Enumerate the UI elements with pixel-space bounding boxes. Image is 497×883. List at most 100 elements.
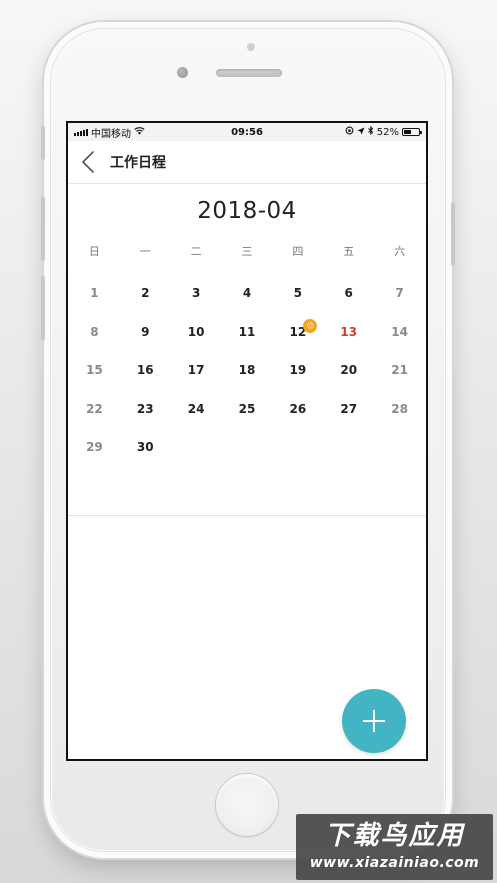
weekday-label: 一 — [139, 245, 151, 258]
mute-switch — [41, 126, 45, 160]
calendar: 2018-04 日一二三四五六 1 2 3 4 5 6 7 8 9 10 11 12 ☺ 13 14 15 16… — [68, 184, 426, 516]
day-number: 16 — [136, 363, 154, 378]
carrier-label: 中国移动 — [91, 128, 131, 140]
location-arrow-icon — [357, 127, 365, 138]
day-number: 9 — [141, 324, 150, 339]
day-cell[interactable]: 30 — [120, 428, 171, 467]
weekday-label: 二 — [190, 245, 202, 258]
day-cell[interactable]: 15 — [69, 351, 120, 390]
day-number: 3 — [191, 286, 201, 301]
empty-day-cell — [374, 428, 425, 467]
day-number: 23 — [136, 401, 154, 416]
weekday-label: 六 — [394, 245, 406, 258]
day-cell[interactable]: 24 — [171, 390, 222, 429]
bluetooth-icon — [367, 125, 374, 138]
day-cell[interactable]: 25 — [222, 390, 273, 429]
chevron-left-icon — [82, 151, 94, 173]
day-cell[interactable]: 14 — [374, 313, 425, 352]
front-camera-icon — [177, 67, 188, 78]
day-cell[interactable]: 5 — [272, 274, 323, 313]
day-number: 1 — [90, 286, 99, 301]
day-number: 26 — [289, 401, 307, 416]
day-number: 4 — [242, 286, 252, 301]
day-cell[interactable]: 6 — [323, 274, 374, 313]
status-time: 09:56 — [231, 126, 263, 138]
month-title[interactable]: 2018-04 — [68, 184, 426, 232]
wifi-icon — [134, 126, 145, 138]
day-cell[interactable]: 10 — [171, 313, 222, 352]
day-cell[interactable]: 3 — [171, 274, 222, 313]
empty-day-cell — [171, 428, 222, 467]
day-cell[interactable]: 8 — [69, 313, 120, 352]
day-cell[interactable]: 29 — [69, 428, 120, 467]
day-number: 5 — [293, 286, 303, 301]
day-number: 24 — [187, 401, 205, 416]
battery-level-fill — [404, 130, 412, 134]
day-number: 30 — [136, 440, 154, 455]
back-button[interactable] — [68, 141, 108, 183]
day-cell[interactable]: 20 — [323, 351, 374, 390]
empty-day-cell — [272, 428, 323, 467]
weekday-label: 三 — [241, 245, 253, 258]
weekday-label: 四 — [292, 245, 304, 258]
day-cell[interactable]: 11 — [222, 313, 273, 352]
day-number: 21 — [391, 363, 408, 378]
volume-down-button — [41, 276, 45, 340]
home-button[interactable] — [216, 774, 278, 836]
day-number: 6 — [344, 286, 353, 301]
smiley-icon: ☺ — [303, 318, 318, 333]
day-number: 7 — [395, 286, 404, 301]
day-number: 14 — [391, 324, 408, 339]
day-number: 27 — [340, 401, 358, 416]
camera-dot — [247, 43, 255, 51]
navigation-bar: 工作日程 — [68, 141, 426, 184]
day-number: 13 — [340, 324, 358, 339]
day-cell[interactable]: 9 — [120, 313, 171, 352]
watermark-url: www.xiazainiao.com — [309, 855, 480, 871]
empty-day-cell — [222, 428, 273, 467]
watermark-logo: 下载鸟应用 www.xiazainiao.com — [296, 814, 493, 880]
battery-icon — [402, 128, 422, 136]
weekday-header: 日一二三四五六 — [68, 236, 426, 266]
day-cell[interactable]: 13 — [323, 313, 374, 352]
plus-icon — [363, 710, 385, 732]
day-cell[interactable]: 23 — [120, 390, 171, 429]
day-cell[interactable]: 18 — [222, 351, 273, 390]
day-cell[interactable]: 16 — [120, 351, 171, 390]
status-left: 中国移动 — [74, 125, 194, 140]
volume-up-button — [41, 197, 45, 261]
day-number: 25 — [238, 401, 256, 416]
day-number: 19 — [289, 363, 307, 378]
status-right: 52% — [300, 125, 422, 138]
add-schedule-button[interactable] — [342, 689, 406, 753]
day-cell[interactable]: 2 — [120, 274, 171, 313]
day-cell[interactable]: 19 — [272, 351, 323, 390]
app-screen: 中国移动 09:56 52% 工作日程 2018-04 日 一 二 三 四 五 … — [66, 121, 428, 761]
day-number: 17 — [187, 363, 205, 378]
watermark-title: 下载鸟应用 — [324, 821, 465, 851]
page-title: 工作日程 — [110, 155, 166, 171]
day-cell[interactable]: 22 — [69, 390, 120, 429]
orientation-lock-icon — [345, 126, 354, 138]
day-cell[interactable]: 27 — [323, 390, 374, 429]
weekday-label: 日 — [88, 245, 100, 258]
day-cell[interactable]: 4 — [222, 274, 273, 313]
day-cell[interactable]: 17 — [171, 351, 222, 390]
empty-day-cell — [323, 428, 374, 467]
day-number: 29 — [86, 440, 103, 455]
day-cell[interactable]: 12 ☺ — [272, 313, 323, 352]
day-cell[interactable]: 21 — [374, 351, 425, 390]
day-number: 10 — [187, 324, 205, 339]
day-number: 22 — [86, 401, 103, 416]
status-bar: 中国移动 09:56 52% — [68, 123, 426, 141]
day-cell[interactable]: 7 — [374, 274, 425, 313]
calendar-days-grid: 1 2 3 4 5 6 7 8 9 10 11 12 ☺ 13 14 15 16 17 18 19 20 21 22 23 24… — [68, 274, 426, 467]
day-number: 18 — [238, 363, 256, 378]
weekday-label: 五 — [343, 245, 355, 258]
day-cell[interactable]: 28 — [374, 390, 425, 429]
day-number: 2 — [141, 286, 150, 301]
day-number: 8 — [90, 324, 99, 339]
day-cell[interactable]: 1 — [69, 274, 120, 313]
day-number: 11 — [238, 324, 256, 339]
day-cell[interactable]: 26 — [272, 390, 323, 429]
